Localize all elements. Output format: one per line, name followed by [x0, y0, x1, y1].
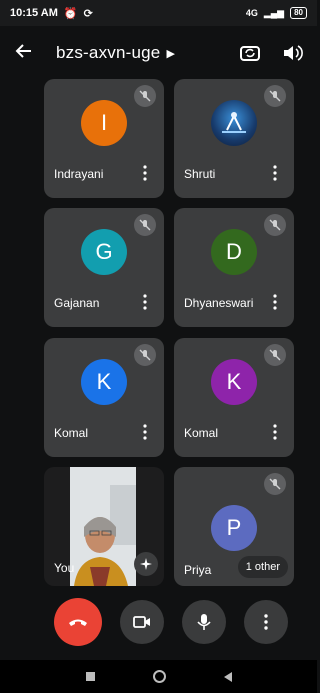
avatar-initial: I: [100, 110, 108, 135]
kebab-icon: [273, 165, 277, 181]
participant-tile[interactable]: G Gajanan: [44, 208, 164, 327]
avatar-initial: K: [96, 369, 112, 394]
battery-level: 80: [290, 7, 307, 19]
participant-tile[interactable]: P Priya 1 other: [174, 467, 294, 586]
chevron-right-icon[interactable]: ▶: [166, 47, 174, 60]
mic-off-icon: [264, 344, 286, 366]
system-nav-bar: [0, 660, 317, 693]
microphone-icon: [197, 614, 211, 630]
self-name: You: [54, 561, 75, 575]
sparkle-icon: [140, 558, 152, 570]
avatar-initial: D: [226, 239, 242, 264]
participant-name: Komal: [54, 426, 89, 440]
kebab-icon: [273, 424, 277, 440]
sync-icon: ⟳: [83, 7, 93, 20]
back-button[interactable]: [14, 41, 42, 65]
more-options-button[interactable]: [244, 600, 288, 644]
avatar: K: [211, 359, 257, 405]
switch-camera-button[interactable]: [239, 42, 261, 64]
self-view-tile[interactable]: You: [44, 467, 164, 586]
profile-photo: [211, 100, 257, 146]
kebab-icon: [273, 294, 277, 310]
participant-tile[interactable]: D Dhyaneswari: [174, 208, 294, 327]
network-label: 4G: [245, 8, 258, 18]
participant-tile[interactable]: Shruti: [174, 79, 294, 198]
mic-off-icon: [134, 344, 156, 366]
kebab-icon: [143, 294, 147, 310]
participant-name: Shruti: [184, 167, 216, 181]
more-options-button[interactable]: [270, 163, 280, 183]
audio-output-button[interactable]: [281, 42, 303, 64]
camera-icon: [133, 616, 150, 628]
participant-name: Gajanan: [54, 296, 100, 310]
avatar: K: [81, 359, 127, 405]
mic-off-icon: [264, 85, 286, 107]
microphone-button[interactable]: [182, 600, 226, 644]
avatar-initial: K: [226, 369, 242, 394]
avatar: D: [211, 229, 257, 275]
meeting-title[interactable]: bzs-axvn-uge: [56, 43, 160, 63]
more-options-button[interactable]: [140, 422, 150, 442]
participant-name: Komal: [184, 426, 219, 440]
more-options-button[interactable]: [270, 422, 280, 442]
self-video-feed: [70, 467, 136, 586]
avatar-initial: P: [226, 515, 242, 540]
more-options-button[interactable]: [140, 292, 150, 312]
participant-tile[interactable]: K Komal: [44, 338, 164, 457]
mic-off-icon: [264, 473, 286, 495]
effects-button[interactable]: [134, 552, 158, 576]
mic-off-icon: [264, 214, 286, 236]
avatar: G: [81, 229, 127, 275]
call-controls: [0, 598, 317, 648]
arrow-left-icon: [15, 44, 31, 58]
kebab-icon: [143, 165, 147, 181]
mic-off-icon: [134, 85, 156, 107]
participant-tile[interactable]: K Komal: [174, 338, 294, 457]
avatar: I: [81, 100, 127, 146]
avatar: P: [211, 505, 257, 551]
home-icon[interactable]: [152, 670, 166, 683]
status-bar: 10:15 AM ⏰ ⟳ 4G ▂▄▆ 80: [0, 0, 317, 26]
end-call-icon: [69, 619, 87, 626]
participant-name: Indrayani: [54, 167, 104, 181]
participant-name: Priya: [184, 563, 212, 577]
meeting-header: bzs-axvn-uge ▶: [0, 30, 317, 76]
signal-icon: ▂▄▆: [263, 7, 285, 18]
camera-button[interactable]: [120, 600, 164, 644]
back-icon[interactable]: [223, 671, 232, 682]
others-count-badge[interactable]: 1 other: [237, 556, 288, 578]
recents-icon[interactable]: [85, 672, 95, 681]
more-options-button[interactable]: [270, 292, 280, 312]
speaker-icon: [284, 45, 303, 61]
status-time: 10:15 AM: [10, 7, 58, 19]
participant-tile[interactable]: I Indrayani: [44, 79, 164, 198]
more-options-icon: [264, 614, 268, 630]
avatar-initial: G: [95, 239, 113, 264]
switch-camera-icon: [240, 46, 260, 61]
alarm-icon: ⏰: [63, 7, 78, 20]
participant-name: Dhyaneswari: [184, 296, 254, 310]
end-call-button[interactable]: [54, 598, 102, 646]
more-options-button[interactable]: [140, 163, 150, 183]
kebab-icon: [143, 424, 147, 440]
mic-off-icon: [134, 214, 156, 236]
